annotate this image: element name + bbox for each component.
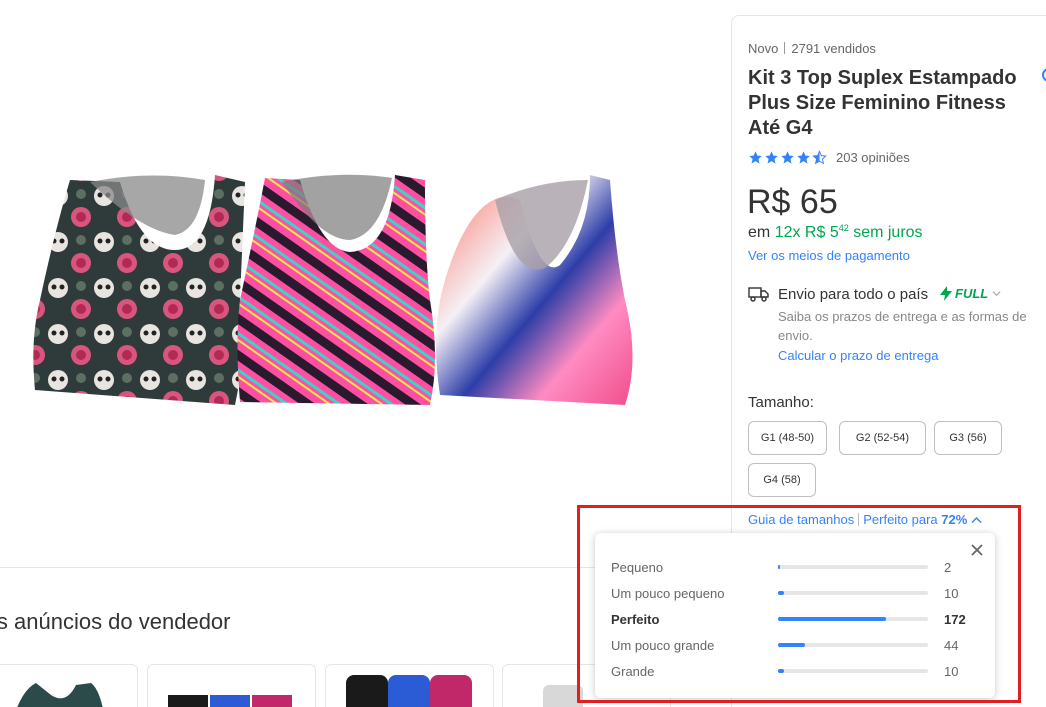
- seller-ad-thumbnail[interactable]: [147, 664, 316, 707]
- truck-icon: [748, 287, 769, 302]
- product-condition: Novo 2791 vendidos: [748, 41, 876, 56]
- calculate-delivery-link[interactable]: Calcular o prazo de entrega: [778, 348, 938, 363]
- highlight-annotation-box: [577, 505, 1021, 703]
- lightning-icon: [940, 286, 952, 301]
- installments-info: em 12x R$ 542 sem juros: [748, 223, 923, 242]
- installments-suffix: sem juros: [853, 224, 923, 241]
- product-title: Kit 3 Top Suplex Estampado Plus Size Fem…: [748, 67, 1017, 139]
- size-label: Tamanho:: [748, 394, 814, 411]
- star-full-icon: [781, 151, 794, 164]
- installments-value: 12x R$ 542 sem juros: [774, 223, 923, 241]
- size-option-g1[interactable]: G1 (48-50): [748, 421, 827, 455]
- separator: [784, 42, 786, 54]
- seller-ad-thumbnail[interactable]: [0, 664, 138, 707]
- star-full-icon: [797, 151, 810, 164]
- payment-methods-link[interactable]: Ver os meios de pagamento: [748, 248, 910, 263]
- size-option-g2[interactable]: G2 (52-54): [839, 421, 926, 455]
- installments-amount: 12x R$ 5: [774, 224, 839, 241]
- seller-ad-thumbnail[interactable]: [325, 664, 494, 707]
- sold-count: 2791 vendidos: [791, 41, 876, 56]
- star-full-icon: [765, 151, 778, 164]
- full-badge-label: FULL: [955, 286, 989, 301]
- condition-label: Novo: [748, 41, 779, 56]
- installments-cents: 42: [838, 223, 849, 233]
- product-rating[interactable]: 203 opiniões: [748, 150, 910, 165]
- other-ads-title: is anúncios do vendedor: [0, 609, 231, 634]
- product-image[interactable]: [0, 0, 730, 567]
- full-badge[interactable]: FULL: [940, 286, 1001, 301]
- installments-prefix: em: [748, 224, 771, 241]
- shipping-subtitle: Saiba os prazos de entrega e as formas d…: [778, 309, 1027, 343]
- chevron-down-icon: [992, 291, 1001, 297]
- size-option-g4[interactable]: G4 (58): [748, 463, 816, 497]
- size-option-g3[interactable]: G3 (56): [934, 421, 1002, 455]
- three-printed-sports-tops-image: [33, 174, 633, 405]
- star-half-icon: [812, 150, 827, 165]
- product-price: R$ 65: [747, 183, 838, 221]
- rating-stars: [748, 150, 827, 165]
- star-full-icon: [749, 151, 762, 164]
- shipping-title: Envio para todo o país: [778, 286, 929, 303]
- reviews-count: 203 opiniões: [836, 150, 910, 165]
